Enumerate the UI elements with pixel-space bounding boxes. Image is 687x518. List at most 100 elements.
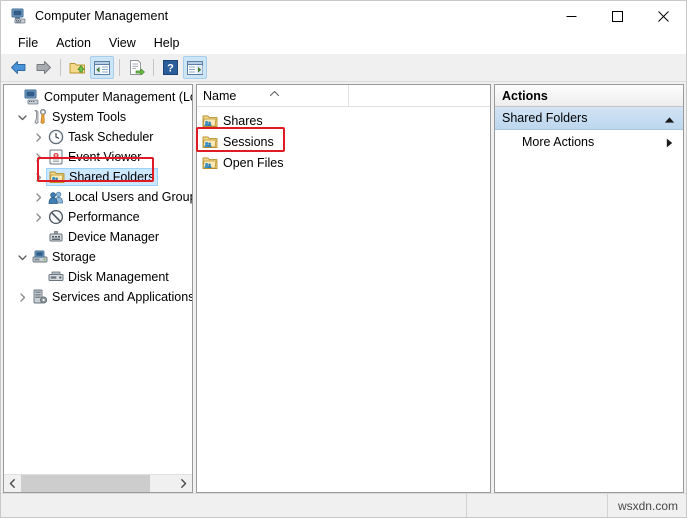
tree-item-disk-management[interactable]: Disk Management <box>4 267 192 287</box>
minimize-button[interactable] <box>548 1 594 31</box>
list-item-shares[interactable]: Shares <box>197 110 490 131</box>
tree-item-label: Task Scheduler <box>68 129 154 144</box>
storage-icon <box>32 250 48 263</box>
twisty-collapsed-icon[interactable] <box>30 169 46 185</box>
svg-text:?: ? <box>167 63 174 75</box>
tree-item-label: Local Users and Groups <box>68 189 192 204</box>
list-item-open-files[interactable]: Open Files <box>197 152 490 173</box>
show-hide-console-tree-button[interactable] <box>90 56 114 79</box>
list-item-label: Open Files <box>223 155 284 170</box>
title-bar: Computer Management <box>1 1 686 31</box>
content-panes: Computer Management (Local Syste <box>1 82 686 493</box>
menu-help[interactable]: Help <box>145 33 189 53</box>
tree-item-label: Disk Management <box>68 269 169 284</box>
triangle-up-icon[interactable] <box>664 113 675 127</box>
list-item-label: Shares <box>223 113 263 128</box>
tree-item-storage[interactable]: Storage <box>4 247 192 267</box>
twisty-collapsed-icon[interactable] <box>30 149 46 165</box>
results-list[interactable]: Shares Sessions Open Files <box>197 107 490 492</box>
window-title: Computer Management <box>35 9 169 23</box>
twisty-expanded-icon[interactable] <box>14 249 30 265</box>
tree-item-device-manager[interactable]: Device Manager <box>4 227 192 247</box>
device-manager-icon <box>49 231 63 242</box>
list-item-sessions[interactable]: Sessions <box>197 131 490 152</box>
tree-item-services-and-applications[interactable]: Services and Applications <box>4 287 192 307</box>
status-segment-2 <box>467 494 608 517</box>
console-tree[interactable]: Computer Management (Local Syste <box>4 85 192 474</box>
back-button[interactable] <box>6 56 30 79</box>
tree-item-label: System Tools <box>52 109 127 124</box>
scroll-right-arrow-icon[interactable] <box>175 475 192 492</box>
tree-item-label: Device Manager <box>68 229 160 244</box>
menu-action[interactable]: Action <box>47 33 100 53</box>
toolbar-separator <box>60 59 61 76</box>
sort-ascending-icon <box>269 86 280 100</box>
tree-item-label: Event Viewer <box>68 149 142 164</box>
action-item-more-actions[interactable]: More Actions <box>495 130 683 154</box>
actions-section-label: Shared Folders <box>502 111 588 125</box>
list-column-header: Name <box>197 85 490 107</box>
shared-folder-icon <box>202 115 218 127</box>
users-groups-icon <box>48 191 63 204</box>
scroll-left-arrow-icon[interactable] <box>4 475 21 492</box>
tree-item-label: Shared Folders <box>69 169 155 184</box>
toolbar: ? <box>1 54 686 82</box>
actions-pane: Actions Shared Folders More Actions <box>494 84 684 493</box>
tree-horizontal-scrollbar[interactable] <box>4 474 192 492</box>
actions-pane-title: Actions <box>495 85 683 107</box>
shared-folder-icon <box>202 157 218 169</box>
menu-view[interactable]: View <box>100 33 145 53</box>
tree-item-local-users-and-groups[interactable]: Local Users and Groups <box>4 187 192 207</box>
tree-item-event-viewer[interactable]: Event Viewer <box>4 147 192 167</box>
tree-item-performance[interactable]: Performance <box>4 207 192 227</box>
menu-bar: File Action View Help <box>1 31 686 54</box>
twisty-none <box>6 89 22 105</box>
tree-item-computer-management[interactable]: Computer Management (Local <box>4 87 192 107</box>
tree-item-shared-folders[interactable]: Shared Folders <box>4 167 192 187</box>
shared-folder-icon <box>49 171 65 183</box>
scrollbar-thumb[interactable] <box>21 475 151 492</box>
tree-item-label: Services and Applications <box>52 289 192 304</box>
twisty-collapsed-icon[interactable] <box>30 189 46 205</box>
action-item-label: More Actions <box>522 135 595 149</box>
maximize-button[interactable] <box>594 1 640 31</box>
actions-section-shared-folders[interactable]: Shared Folders <box>495 107 683 130</box>
twisty-collapsed-icon[interactable] <box>30 129 46 145</box>
twisty-collapsed-icon[interactable] <box>30 209 46 225</box>
console-tree-pane: Computer Management (Local Syste <box>3 84 193 493</box>
column-header-name[interactable]: Name <box>197 85 349 106</box>
toolbar-separator-3 <box>153 59 154 76</box>
forward-button[interactable] <box>31 56 55 79</box>
system-tools-icon <box>34 109 46 124</box>
twisty-none <box>30 269 46 285</box>
show-hide-action-pane-button[interactable] <box>183 56 207 79</box>
tree-item-system-tools[interactable]: System Tools <box>4 107 192 127</box>
twisty-expanded-icon[interactable] <box>14 109 30 125</box>
clock-icon <box>48 129 64 145</box>
menu-file[interactable]: File <box>9 33 47 53</box>
status-segment-3: wsxdn.com <box>608 494 686 517</box>
window-controls <box>548 1 686 31</box>
help-button[interactable]: ? <box>158 56 182 79</box>
results-pane: Name Shares Sessions Open Files <box>196 84 491 493</box>
status-segment-1 <box>1 494 467 517</box>
watermark-text: wsxdn.com <box>617 498 678 513</box>
triangle-right-icon <box>666 137 673 151</box>
computer-management-icon <box>11 8 27 24</box>
export-list-button[interactable] <box>124 56 148 79</box>
twisty-none <box>30 229 46 245</box>
tree-item-task-scheduler[interactable]: Task Scheduler <box>4 127 192 147</box>
services-icon <box>33 289 48 304</box>
shared-folder-icon <box>202 136 218 148</box>
tree-item-label: Performance <box>68 209 140 224</box>
up-one-level-button[interactable] <box>65 56 89 79</box>
tree-item-label: Computer Management (Local <box>44 89 192 104</box>
tree-item-label: Storage <box>52 249 96 264</box>
close-button[interactable] <box>640 1 686 31</box>
column-header-filler <box>349 85 490 106</box>
computer-icon <box>24 89 39 105</box>
scrollbar-track[interactable] <box>21 475 175 492</box>
twisty-collapsed-icon[interactable] <box>14 289 30 305</box>
column-header-label: Name <box>203 88 237 103</box>
event-viewer-icon <box>49 149 63 165</box>
